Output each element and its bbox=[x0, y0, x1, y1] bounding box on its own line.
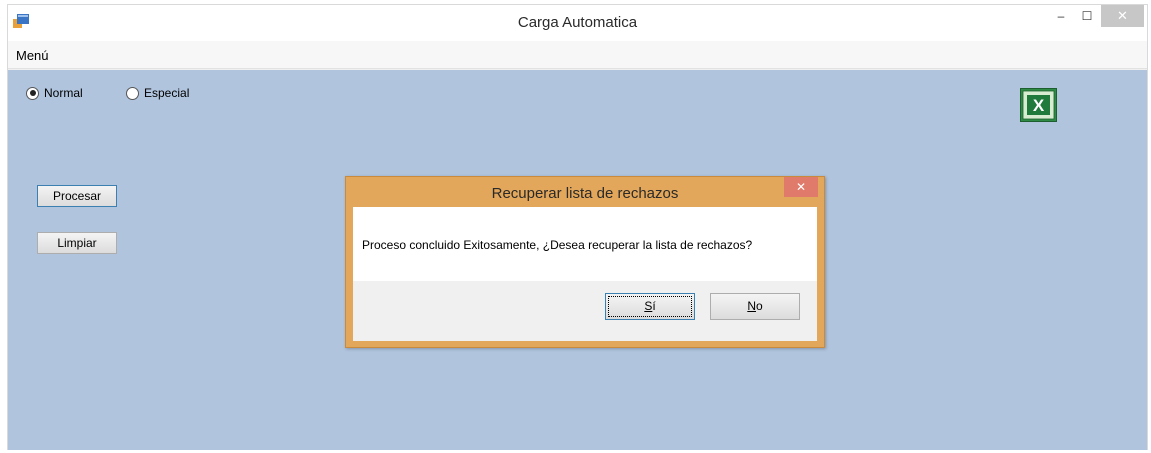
radio-especial-label: Especial bbox=[144, 86, 190, 100]
minimize-button[interactable]: – bbox=[1048, 5, 1074, 27]
excel-icon-graphic: X bbox=[1020, 88, 1057, 122]
confirm-dialog: Recuperar lista de rechazos ✕ Proceso co… bbox=[345, 176, 825, 348]
no-label-rest: o bbox=[755, 299, 763, 313]
radio-normal-circle[interactable] bbox=[26, 86, 39, 100]
yes-label-rest: í bbox=[652, 299, 656, 313]
procesar-button[interactable]: Procesar bbox=[37, 185, 117, 207]
yes-button[interactable]: Sí bbox=[605, 293, 695, 320]
dialog-message-area: Proceso concluido Exitosamente, ¿Desea r… bbox=[353, 207, 817, 281]
no-mnemonic: N bbox=[747, 299, 756, 313]
dialog-message: Proceso concluido Exitosamente, ¿Desea r… bbox=[362, 238, 753, 252]
main-window: Carga Automatica – ☐ ✕ Menú Normal Espec… bbox=[7, 4, 1148, 450]
dialog-body: Proceso concluido Exitosamente, ¿Desea r… bbox=[353, 207, 817, 341]
radio-normal[interactable]: Normal bbox=[26, 86, 83, 100]
window-title: Carga Automatica bbox=[517, 14, 638, 31]
radio-normal-label: Normal bbox=[44, 86, 83, 100]
maximize-button[interactable]: ☐ bbox=[1074, 5, 1100, 27]
menu-item-menu[interactable]: Menú bbox=[16, 48, 49, 63]
close-button[interactable]: ✕ bbox=[1101, 5, 1144, 27]
menu-bar: Menú bbox=[8, 41, 1147, 69]
title-bar: Carga Automatica – ☐ ✕ bbox=[8, 5, 1147, 41]
excel-icon[interactable]: X bbox=[1020, 88, 1057, 122]
dialog-title: Recuperar lista de rechazos bbox=[491, 185, 679, 202]
radio-especial[interactable]: Especial bbox=[126, 86, 189, 100]
dialog-close-button[interactable]: ✕ bbox=[784, 177, 818, 197]
radio-selected-dot bbox=[29, 90, 36, 96]
client-area: Normal Especial X Procesar Limpiar Recup… bbox=[8, 70, 1147, 450]
radio-especial-circle[interactable] bbox=[126, 86, 139, 100]
limpiar-button[interactable]: Limpiar bbox=[37, 232, 117, 254]
excel-glyph: X bbox=[1033, 96, 1045, 115]
no-button[interactable]: No bbox=[710, 293, 800, 320]
